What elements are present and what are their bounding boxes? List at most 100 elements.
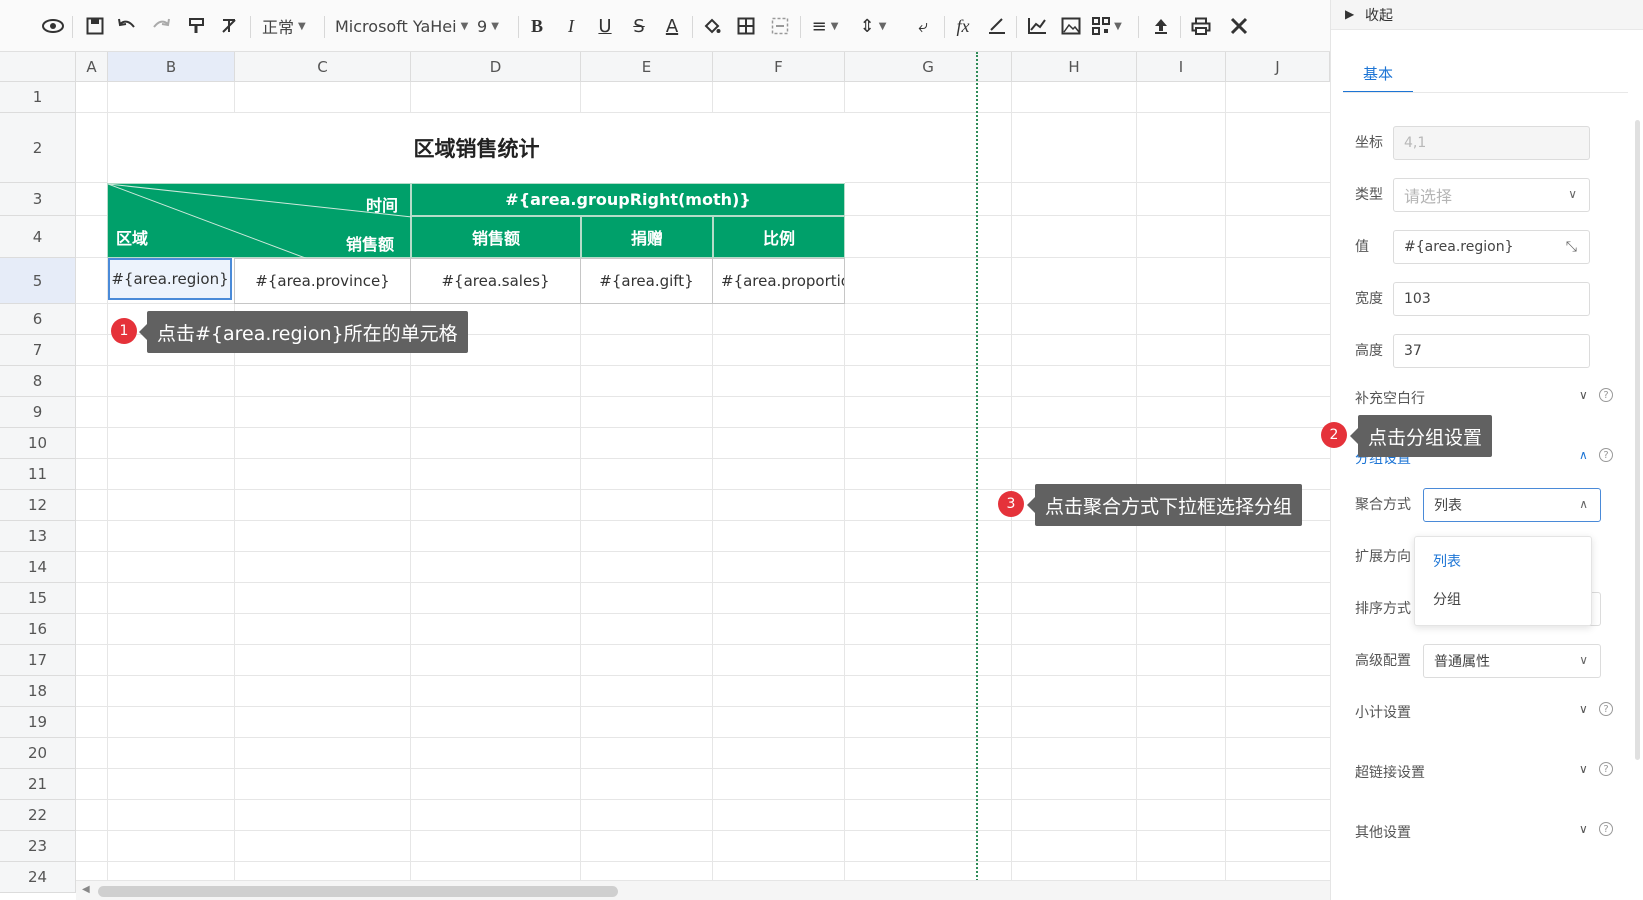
row-header-14[interactable]: 14 (0, 552, 76, 583)
chevron-up-icon[interactable]: ∧ (1579, 448, 1588, 462)
col-header-a[interactable]: A (76, 52, 108, 82)
wrap-icon[interactable]: ⤶ (908, 11, 938, 41)
col-header-c[interactable]: C (235, 52, 411, 82)
value-field[interactable]: #{area.region} ⤡ (1393, 230, 1590, 264)
row-header-7[interactable]: 7 (0, 335, 76, 366)
tab-basic[interactable]: 基本 (1343, 55, 1413, 93)
font-family-select[interactable]: Microsoft YaHei ▼ (335, 11, 468, 41)
col-header-b[interactable]: B (108, 52, 235, 82)
row-header-1[interactable]: 1 (0, 82, 76, 113)
diagonal-header-cell[interactable]: 时间 区域 销售额 (107, 183, 412, 259)
row-header-17[interactable]: 17 (0, 645, 76, 676)
sub-header-gift[interactable]: 捐赠 (581, 216, 713, 258)
sheet-corner[interactable] (0, 52, 76, 82)
chevron-down-icon[interactable]: ∨ (1579, 762, 1588, 776)
row-header-18[interactable]: 18 (0, 676, 76, 707)
row-header-20[interactable]: 20 (0, 738, 76, 769)
border-icon[interactable] (731, 11, 761, 41)
col-header-d[interactable]: D (411, 52, 581, 82)
font-size-select[interactable]: 9 ▼ (477, 11, 499, 41)
formula-icon[interactable] (982, 11, 1012, 41)
strikethrough-icon[interactable]: S (624, 11, 654, 41)
function-icon[interactable]: fx (948, 11, 978, 41)
row-header-22[interactable]: 22 (0, 800, 76, 831)
type-select[interactable]: 请选择 ∨ (1393, 178, 1590, 212)
valign-icon[interactable]: ⇕ ▼ (858, 11, 888, 41)
help-icon[interactable]: ? (1599, 388, 1613, 402)
image-icon[interactable] (1056, 11, 1086, 41)
col-header-f[interactable]: F (713, 52, 845, 82)
height-field[interactable]: 37 (1393, 334, 1590, 368)
tools-icon[interactable] (1224, 11, 1254, 41)
print-icon[interactable] (1186, 11, 1216, 41)
col-header-e[interactable]: E (581, 52, 713, 82)
row-header-21[interactable]: 21 (0, 769, 76, 800)
row-header-24[interactable]: 24 (0, 862, 76, 893)
col-header-i[interactable]: I (1137, 52, 1226, 82)
font-style-select[interactable]: 正常 ▼ (262, 11, 306, 41)
bold-icon[interactable]: B (522, 11, 552, 41)
row-header-15[interactable]: 15 (0, 583, 76, 614)
advanced-select[interactable]: 普通属性 ∨ (1423, 644, 1601, 678)
chevron-down-icon[interactable]: ∨ (1579, 702, 1588, 716)
hyperlink-section[interactable]: 超链接设置 (1355, 762, 1425, 782)
undo-icon[interactable] (112, 11, 142, 41)
cell-province[interactable]: #{area.province} (234, 258, 411, 304)
col-header-g[interactable]: G (845, 52, 1012, 82)
row-header-23[interactable]: 23 (0, 831, 76, 862)
fill-color-icon[interactable] (697, 11, 727, 41)
caret-right-icon[interactable]: ▶ (1345, 7, 1354, 21)
group-right-header[interactable]: #{area.groupRight(moth)} (411, 183, 845, 216)
redo-icon[interactable] (146, 11, 176, 41)
sub-header-ratio[interactable]: 比例 (713, 216, 845, 258)
row-header-6[interactable]: 6 (0, 304, 76, 335)
scrollbar-thumb[interactable] (98, 886, 618, 897)
col-header-j[interactable]: J (1226, 52, 1330, 82)
help-icon[interactable]: ? (1599, 448, 1613, 462)
row-header-19[interactable]: 19 (0, 707, 76, 738)
row-header-5[interactable]: 5 (0, 258, 76, 304)
row-header-16[interactable]: 16 (0, 614, 76, 645)
save-icon[interactable] (80, 11, 110, 41)
help-icon[interactable]: ? (1599, 762, 1613, 776)
cell-region[interactable]: #{area.region} (108, 258, 232, 300)
row-header-8[interactable]: 8 (0, 366, 76, 397)
align-icon[interactable]: ≡ ▼ (810, 11, 840, 41)
help-icon[interactable]: ? (1599, 702, 1613, 716)
qrcode-icon[interactable]: ▼ (1092, 11, 1122, 41)
subtotal-section[interactable]: 小计设置 (1355, 702, 1411, 722)
row-header-13[interactable]: 13 (0, 521, 76, 552)
scroll-left-icon[interactable]: ◀ (82, 884, 90, 895)
row-header-2[interactable]: 2 (0, 113, 76, 183)
row-header-11[interactable]: 11 (0, 459, 76, 490)
width-field[interactable]: 103 (1393, 282, 1590, 316)
expand-icon[interactable]: ⤡ (1566, 239, 1577, 255)
row-header-3[interactable]: 3 (0, 183, 76, 216)
col-header-h[interactable]: H (1012, 52, 1137, 82)
chevron-down-icon[interactable]: ∨ (1579, 388, 1588, 402)
row-header-4[interactable]: 4 (0, 216, 76, 258)
fill-blank-rows-section[interactable]: 补充空白行 (1355, 388, 1425, 408)
font-color-icon[interactable]: A (657, 11, 687, 41)
cell-sales[interactable]: #{area.sales} (410, 258, 581, 304)
report-title[interactable]: 区域销售统计 (108, 113, 845, 183)
chevron-down-icon[interactable]: ∨ (1579, 822, 1588, 836)
eye-icon[interactable] (38, 11, 68, 41)
clear-format-icon[interactable] (214, 11, 244, 41)
format-painter-icon[interactable] (182, 11, 212, 41)
collapse-label[interactable]: 收起 (1365, 5, 1393, 25)
underline-icon[interactable]: U (590, 11, 620, 41)
row-header-12[interactable]: 12 (0, 490, 76, 521)
horizontal-scrollbar[interactable]: ◀ (76, 880, 1330, 900)
italic-icon[interactable]: I (556, 11, 586, 41)
upload-icon[interactable] (1146, 11, 1176, 41)
cell-gift[interactable]: #{area.gift} (580, 258, 713, 304)
dropdown-option-list[interactable]: 列表 (1433, 551, 1461, 571)
other-settings-section[interactable]: 其他设置 (1355, 822, 1411, 842)
cell-proportion[interactable]: #{area.proportio (712, 258, 845, 304)
help-icon[interactable]: ? (1599, 822, 1613, 836)
dropdown-option-group[interactable]: 分组 (1433, 589, 1461, 609)
row-header-10[interactable]: 10 (0, 428, 76, 459)
spreadsheet-grid[interactable]: A B C D E F G H I J 1 2 3 4 5 6 7 8 9 10… (0, 52, 1330, 900)
merge-icon[interactable] (765, 11, 795, 41)
